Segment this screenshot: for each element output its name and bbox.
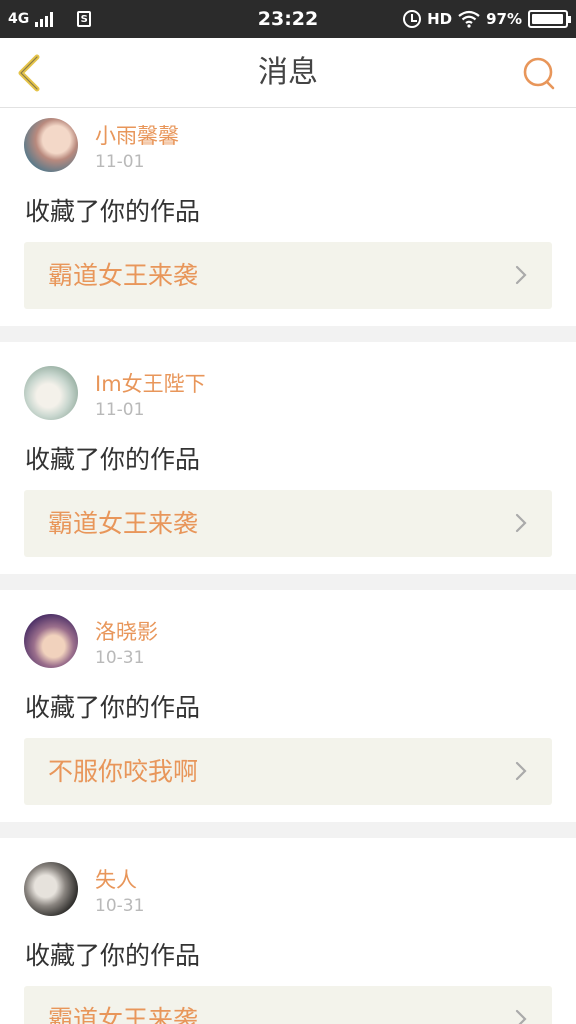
work-title: 霸道女王来袭	[48, 509, 199, 538]
chevron-right-icon	[515, 761, 527, 781]
avatar[interactable]	[24, 862, 78, 916]
message-card: 小雨馨馨 11-01 收藏了你的作品 霸道女王来袭	[0, 108, 576, 326]
work-title: 霸道女王来袭	[48, 1005, 199, 1024]
status-bar: 4G S 23:22 HD 97%	[0, 0, 576, 38]
work-link[interactable]: 不服你咬我啊	[24, 738, 552, 805]
hd-indicator: HD	[427, 10, 453, 28]
battery-percent: 97%	[486, 10, 522, 28]
username[interactable]: 洛晓影	[95, 616, 158, 646]
wifi-icon	[458, 10, 480, 28]
work-link[interactable]: 霸道女王来袭	[24, 986, 552, 1024]
message-card: 失人 10-31 收藏了你的作品 霸道女王来袭	[0, 838, 576, 1024]
chevron-right-icon	[515, 513, 527, 533]
message-action: 收藏了你的作品	[25, 197, 201, 226]
message-date: 11-01	[95, 152, 145, 172]
message-card: 洛晓影 10-31 收藏了你的作品 不服你咬我啊	[0, 590, 576, 822]
battery-icon	[528, 10, 571, 28]
message-card: Im女王陛下 11-01 收藏了你的作品 霸道女王来袭	[0, 342, 576, 574]
chevron-right-icon	[515, 1009, 527, 1024]
card-separator	[0, 574, 576, 590]
search-button[interactable]	[520, 55, 558, 93]
search-icon	[523, 57, 555, 90]
message-action: 收藏了你的作品	[25, 445, 201, 474]
page-title: 消息	[258, 55, 318, 90]
work-title: 不服你咬我啊	[48, 757, 199, 786]
work-link[interactable]: 霸道女王来袭	[24, 490, 552, 557]
avatar[interactable]	[24, 614, 78, 668]
chevron-right-icon	[515, 265, 527, 285]
status-right: HD 97%	[403, 0, 571, 38]
username[interactable]: Im女王陛下	[95, 368, 206, 398]
message-action: 收藏了你的作品	[25, 693, 201, 722]
alarm-icon	[403, 10, 422, 28]
message-date: 10-31	[95, 648, 145, 668]
message-action: 收藏了你的作品	[25, 941, 201, 970]
avatar[interactable]	[24, 118, 78, 172]
battery-fill	[532, 14, 564, 24]
app-header: 消息	[0, 38, 576, 108]
work-title: 霸道女王来袭	[48, 261, 199, 290]
username[interactable]: 小雨馨馨	[95, 120, 179, 150]
username[interactable]: 失人	[95, 864, 137, 894]
message-date: 10-31	[95, 896, 145, 916]
avatar[interactable]	[24, 366, 78, 420]
message-list: 小雨馨馨 11-01 收藏了你的作品 霸道女王来袭 Im女王陛下 11-01 收…	[0, 108, 576, 1024]
work-link[interactable]: 霸道女王来袭	[24, 242, 552, 309]
message-date: 11-01	[95, 400, 145, 420]
card-separator	[0, 326, 576, 342]
card-separator	[0, 822, 576, 838]
